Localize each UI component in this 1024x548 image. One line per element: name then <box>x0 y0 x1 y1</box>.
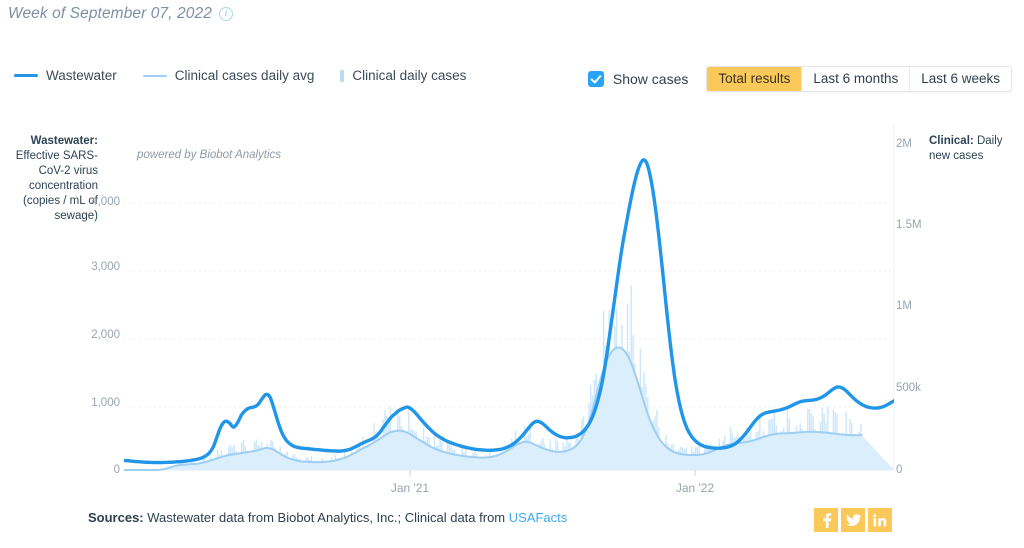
usafacts-link[interactable]: USAFacts <box>509 510 568 525</box>
show-cases-checkbox[interactable]: Show cases <box>587 71 689 87</box>
facebook-icon[interactable] <box>814 508 838 532</box>
legend-label: Wastewater <box>46 68 117 83</box>
page-title: Week of September 07, 2022 <box>8 5 212 22</box>
bar-swatch-icon <box>340 69 345 82</box>
gridlines <box>124 202 894 408</box>
chart-plot-area: Wastewater: Effective SARS-CoV-2 virus c… <box>0 104 1024 495</box>
legend-label: Clinical daily cases <box>352 68 467 83</box>
range-last-6-weeks-button[interactable]: Last 6 weeks <box>910 67 1011 91</box>
range-total-results-button[interactable]: Total results <box>707 67 803 91</box>
chart-legend: Wastewater Clinical cases daily avg Clin… <box>14 68 466 83</box>
legend-item-wastewater[interactable]: Wastewater <box>14 68 117 83</box>
line-swatch-icon <box>142 74 167 77</box>
legend-item-clinical-avg[interactable]: Clinical cases daily avg <box>142 68 315 83</box>
chart-controls: Show cases Total results Last 6 months L… <box>587 66 1012 92</box>
sources-label: Sources: <box>88 510 144 525</box>
sources-text: Wastewater data from Biobot Analytics, I… <box>143 510 509 525</box>
social-share-buttons <box>814 508 892 532</box>
line-swatch-icon <box>14 73 38 78</box>
chart-header: Week of September 07, 2022 i <box>8 5 233 23</box>
chart-svg[interactable] <box>0 104 1024 494</box>
checkmark-icon <box>587 71 604 87</box>
wastewater-line <box>124 158 894 465</box>
legend-label: Clinical cases daily avg <box>174 68 315 83</box>
show-cases-label: Show cases <box>612 71 689 87</box>
sources-footer: Sources: Wastewater data from Biobot Ana… <box>88 510 567 525</box>
linkedin-icon[interactable] <box>868 508 892 532</box>
legend-item-clinical-daily[interactable]: Clinical daily cases <box>340 68 466 83</box>
range-last-6-months-button[interactable]: Last 6 months <box>802 67 911 91</box>
twitter-icon[interactable] <box>841 508 865 532</box>
range-segmented-control: Total results Last 6 months Last 6 weeks <box>706 66 1012 92</box>
info-icon[interactable]: i <box>218 7 233 21</box>
